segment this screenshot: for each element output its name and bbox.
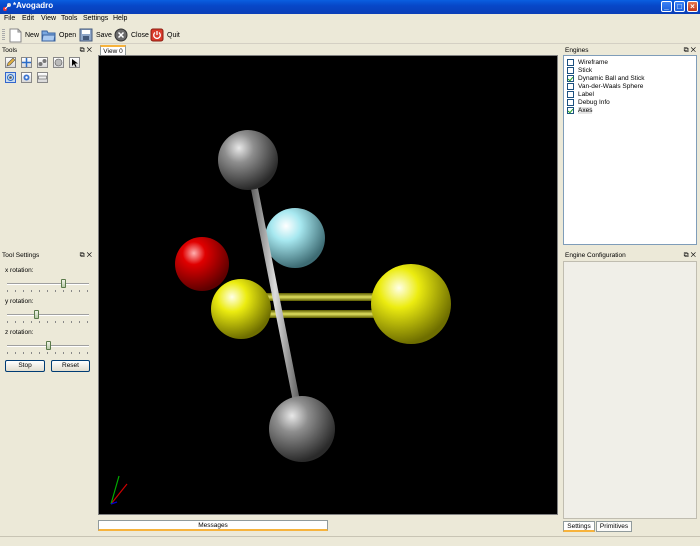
status-bar [0,536,700,546]
reset-button[interactable]: Reset [51,360,90,372]
molecule-viewport[interactable] [98,55,558,515]
engine-label: Debug Info [578,98,610,106]
axes-indicator [110,475,128,505]
engine-checkbox[interactable] [567,98,574,106]
fluorine-atom[interactable] [265,208,325,268]
title-bar: *Avogadro _ □ × [0,0,700,14]
sulfur-atom-left[interactable] [211,279,271,339]
engine-config-controls[interactable]: ⧉✕ [684,251,698,260]
navigate-cross-icon[interactable] [21,57,32,68]
auto-rotate-icon[interactable] [5,72,16,83]
engine-item-label[interactable]: Label [567,90,594,98]
engine-config-panel [563,261,697,519]
tool-settings-controls[interactable]: ⧉✕ [80,251,94,260]
y-rotation-thumb[interactable] [34,310,39,319]
save-disk-icon [79,28,93,42]
y-rotation-label: y rotation: [5,298,34,305]
x-rotation-label: x rotation: [5,267,34,274]
engine-label: Axes [578,106,593,114]
tab-view-0[interactable]: View 0 [100,45,126,55]
tools-title-label: Tools [2,47,18,54]
close-label: Close [131,31,149,39]
engines-list: Wireframe Stick Dynamic Ball and Stick V… [563,55,697,245]
tool-settings-title: Tool Settings ⧉✕ [0,251,96,260]
minimize-button[interactable]: _ [661,1,672,12]
tool-settings-title-label: Tool Settings [2,252,40,259]
engine-label: Van-der-Waals Sphere [578,82,644,90]
engine-checkbox[interactable] [567,90,574,98]
engine-item-stick[interactable]: Stick [567,66,592,74]
maximize-button[interactable]: □ [674,1,685,12]
engine-config-title: Engine Configuration ⧉✕ [563,251,700,260]
engine-item-wireframe[interactable]: Wireframe [567,58,608,66]
manipulate-icon[interactable] [53,57,64,68]
engine-label: Wireframe [578,58,608,66]
engine-checkbox[interactable] [567,58,574,66]
engine-item-van-der-waals[interactable]: Van-der-Waals Sphere [567,82,643,90]
engine-checkbox[interactable] [567,82,574,90]
engine-config-title-label: Engine Configuration [565,252,626,259]
avogadro-app-icon [3,3,11,11]
open-folder-icon [41,30,56,41]
menu-bar: File Edit View Tools Settings Help [0,14,700,26]
tab-settings[interactable]: Settings [563,521,595,532]
new-button[interactable]: New [9,27,39,43]
open-button[interactable]: Open [41,27,76,43]
engine-item-debug-info[interactable]: Debug Info [567,98,610,106]
z-rotation-slider[interactable] [7,341,89,354]
menu-edit[interactable]: Edit [22,15,34,22]
stop-button[interactable]: Stop [5,360,45,372]
engines-controls[interactable]: ⧉✕ [684,46,698,55]
menu-settings[interactable]: Settings [83,15,108,22]
sulfur-atom-right[interactable] [371,264,451,344]
carbon-atom-top[interactable] [218,130,278,190]
toolbar-grip[interactable] [2,29,5,41]
carbon-atom-bottom[interactable] [269,396,335,462]
tab-primitives[interactable]: Primitives [596,521,632,532]
x-rotation-thumb[interactable] [61,279,66,288]
power-icon [150,28,164,42]
open-label: Open [59,31,77,39]
save-label: Save [96,31,112,39]
align-icon[interactable] [21,72,32,83]
close-window-button[interactable]: × [687,1,698,12]
bond-centric-icon[interactable] [37,57,48,68]
window-title: *Avogadro [13,1,54,10]
quit-label: Quit [167,31,180,39]
measure-ruler-icon[interactable] [37,72,48,83]
new-document-icon [9,28,22,42]
x-rotation-slider[interactable] [7,279,89,292]
tools-pane-title: Tools ⧉✕ [0,46,96,55]
menu-help[interactable]: Help [113,15,127,22]
new-label: New [25,31,40,39]
engine-label: Stick [578,66,593,74]
engine-item-axes[interactable]: Axes [567,106,593,114]
y-rotation-slider[interactable] [7,310,89,323]
engine-checkbox[interactable] [567,66,574,74]
oxygen-atom[interactable] [175,237,229,291]
z-rotation-thumb[interactable] [46,341,51,350]
engine-label: Label [578,90,594,98]
tools-pane-controls[interactable]: ⧉✕ [80,46,94,55]
engine-checkbox[interactable] [567,106,574,114]
quit-button[interactable]: Quit [150,27,180,43]
engine-item-dynamic-ball-and-stick[interactable]: Dynamic Ball and Stick [567,74,644,82]
molecule-render[interactable] [99,56,557,514]
menu-view[interactable]: View [41,15,56,22]
select-arrow-icon[interactable] [69,57,80,68]
menu-tools[interactable]: Tools [61,15,77,22]
main-toolbar: New Open Save Close Quit [0,26,700,44]
save-button[interactable]: Save [79,27,112,43]
close-circle-icon [114,28,128,42]
z-rotation-label: z rotation: [5,329,34,336]
engine-checkbox[interactable] [567,74,574,82]
engines-title: Engines ⧉✕ [563,46,700,55]
draw-pencil-icon[interactable] [5,57,16,68]
messages-tab[interactable]: Messages [98,520,328,531]
menu-file[interactable]: File [4,15,15,22]
engines-title-label: Engines [565,47,589,54]
close-button[interactable]: Close [114,27,149,43]
engine-label: Dynamic Ball and Stick [578,74,645,82]
